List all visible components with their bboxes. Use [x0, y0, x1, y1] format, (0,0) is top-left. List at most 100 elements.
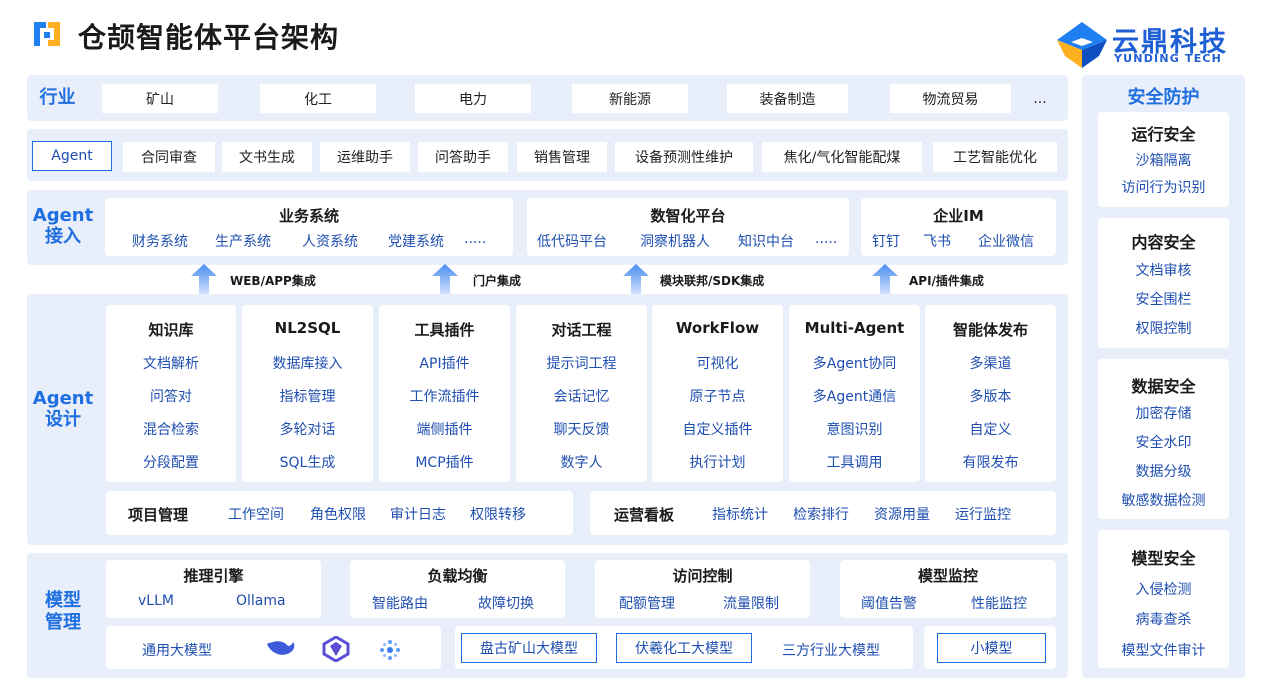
access-label-top: Agent — [32, 205, 94, 226]
industry-label: 行业 — [39, 87, 76, 108]
integration-label: 模块联邦/SDK集成 — [660, 274, 765, 288]
yunding-logo-icon — [1057, 22, 1107, 68]
security-section: 数据安全 加密存储 安全水印 数据分级 敏感数据检测 — [1098, 359, 1229, 519]
design-column-item: 会话记忆 — [553, 389, 610, 405]
design-column-item: 问答对 — [150, 389, 192, 405]
design-column-knowledge: 知识库 文档解析 问答对 混合检索 分段配置 — [106, 305, 236, 482]
integration-label: 门户集成 — [473, 274, 522, 288]
up-arrow-icon — [872, 264, 898, 294]
design-column-workflow: WorkFlow 可视化 原子节点 自定义插件 执行计划 — [652, 305, 783, 482]
security-section-item: 安全围栏 — [1135, 292, 1192, 308]
security-section: 运行安全 沙箱隔离 访问行为识别 — [1098, 112, 1229, 207]
security-section-item: 模型文件审计 — [1121, 643, 1206, 659]
design-column-item: 文档解析 — [143, 356, 199, 372]
design-column-title: Multi-Agent — [804, 319, 905, 337]
deepseek-whale-icon — [267, 641, 295, 655]
security-section: 模型安全 入侵检测 病毒查杀 模型文件审计 — [1098, 530, 1229, 668]
security-section-item: 权限控制 — [1135, 321, 1192, 337]
project-management-item: 工作空间 — [228, 507, 284, 523]
industry-item: 电力 — [415, 84, 531, 113]
design-column-item: 聊天反馈 — [553, 422, 610, 438]
design-column-item: 自定义插件 — [682, 422, 753, 438]
security-title: 安全防护 — [1127, 87, 1200, 108]
ops-dashboard-item: 资源用量 — [874, 507, 930, 523]
design-column-title: 智能体发布 — [952, 321, 1028, 339]
agent-item: 焦化/气化智能配煤 — [762, 142, 922, 172]
model-group-item: 配额管理 — [619, 596, 675, 612]
design-column-tool-plugins: 工具插件 API插件 工作流插件 端侧插件 MCP插件 — [379, 305, 510, 482]
qwen-logo-icon — [322, 636, 350, 662]
pangu-mining-model: 盘古矿山大模型 — [461, 633, 597, 663]
fuxi-chemical-model: 伏羲化工大模型 — [616, 633, 752, 663]
project-management-item: 审计日志 — [390, 507, 446, 523]
design-column-multi-agent: Multi-Agent 多Agent协同 多Agent通信 意图识别 工具调用 — [789, 305, 920, 482]
industry-item: 物流贸易 — [890, 84, 1011, 113]
industry-item: 化工 — [260, 84, 376, 113]
brand-english: YUNDING TECH — [1114, 52, 1223, 65]
security-section-title: 内容安全 — [1131, 233, 1196, 252]
design-column-item: 可视化 — [696, 356, 739, 372]
agent-item: 设备预测性维护 — [615, 142, 753, 172]
design-column-item: SQL生成 — [279, 455, 336, 471]
model-sparkle-icon — [380, 640, 400, 660]
design-column-item: 指标管理 — [279, 389, 336, 405]
design-column-item: 执行计划 — [689, 455, 746, 471]
integration-label: WEB/APP集成 — [230, 274, 316, 288]
project-management-item: 角色权限 — [310, 507, 366, 523]
model-group-item: vLLM — [138, 593, 174, 609]
design-column-item: MCP插件 — [415, 455, 474, 471]
industry-item: 新能源 — [572, 84, 688, 113]
project-management-title: 项目管理 — [128, 506, 189, 524]
model-group-title: 推理引擎 — [183, 567, 244, 585]
design-column-item: 工作流插件 — [409, 389, 480, 405]
model-label-bottom: 管理 — [45, 612, 81, 633]
design-column-item: 原子节点 — [689, 389, 746, 405]
up-arrow-icon — [623, 264, 649, 294]
agent-item: 合同审查 — [123, 142, 215, 172]
agent-item: 运维助手 — [320, 142, 410, 172]
model-group-title: 访问控制 — [672, 567, 733, 585]
third-party-industry-model: 三方行业大模型 — [782, 643, 880, 659]
model-group-title: 模型监控 — [917, 567, 978, 585]
up-arrow-icon — [432, 264, 458, 294]
model-group-item: 故障切换 — [478, 596, 534, 612]
platform-logo-icon — [34, 22, 60, 46]
security-section: 内容安全 文档审核 安全围栏 权限控制 — [1098, 218, 1229, 348]
design-column-title: NL2SQL — [274, 319, 341, 337]
security-section-title: 运行安全 — [1131, 125, 1196, 144]
business-system-item: 财务系统 — [132, 234, 188, 250]
industry-item: 矿山 — [102, 84, 218, 113]
security-section-title: 数据安全 — [1131, 377, 1196, 396]
design-column-item: 多Agent协同 — [812, 356, 897, 372]
design-column-item: 多轮对话 — [279, 422, 336, 438]
digital-platform-item: ..... — [815, 231, 838, 247]
business-system-item: 人资系统 — [302, 234, 358, 250]
design-column-item: API插件 — [419, 356, 470, 372]
agent-item: 销售管理 — [517, 142, 607, 172]
design-column-title: 对话工程 — [551, 321, 612, 339]
business-system-item: ..... — [464, 231, 487, 247]
project-management-item: 权限转移 — [470, 507, 526, 523]
security-section-item: 加密存储 — [1135, 406, 1192, 422]
design-column-item: 数据库接入 — [272, 356, 343, 372]
up-arrow-icon — [191, 264, 217, 294]
design-column-item: 有限发布 — [962, 455, 1019, 471]
design-column-dialog-engineering: 对话工程 提示词工程 会话记忆 聊天反馈 数字人 — [516, 305, 647, 482]
security-section-title: 模型安全 — [1131, 549, 1196, 568]
model-group-item: 阈值告警 — [861, 596, 917, 612]
design-column-item: 多Agent通信 — [812, 389, 897, 405]
design-label-top: Agent — [32, 388, 94, 409]
digital-platform-title: 数智化平台 — [650, 207, 726, 225]
access-label-bottom: 接入 — [45, 226, 81, 247]
enterprise-im-item: 飞书 — [923, 234, 951, 250]
design-column-item: 端侧插件 — [416, 422, 473, 438]
design-column-title: WorkFlow — [675, 319, 760, 337]
general-model-label: 通用大模型 — [142, 643, 212, 659]
ops-dashboard-item: 运行监控 — [955, 507, 1011, 523]
security-section-item: 安全水印 — [1135, 435, 1192, 451]
agent-item: 问答助手 — [418, 142, 508, 172]
design-column-item: 多版本 — [969, 389, 1012, 405]
design-column-title: 工具插件 — [414, 321, 475, 339]
security-section-item: 文档审核 — [1135, 263, 1192, 279]
industry-item-more: ... — [1033, 90, 1047, 107]
